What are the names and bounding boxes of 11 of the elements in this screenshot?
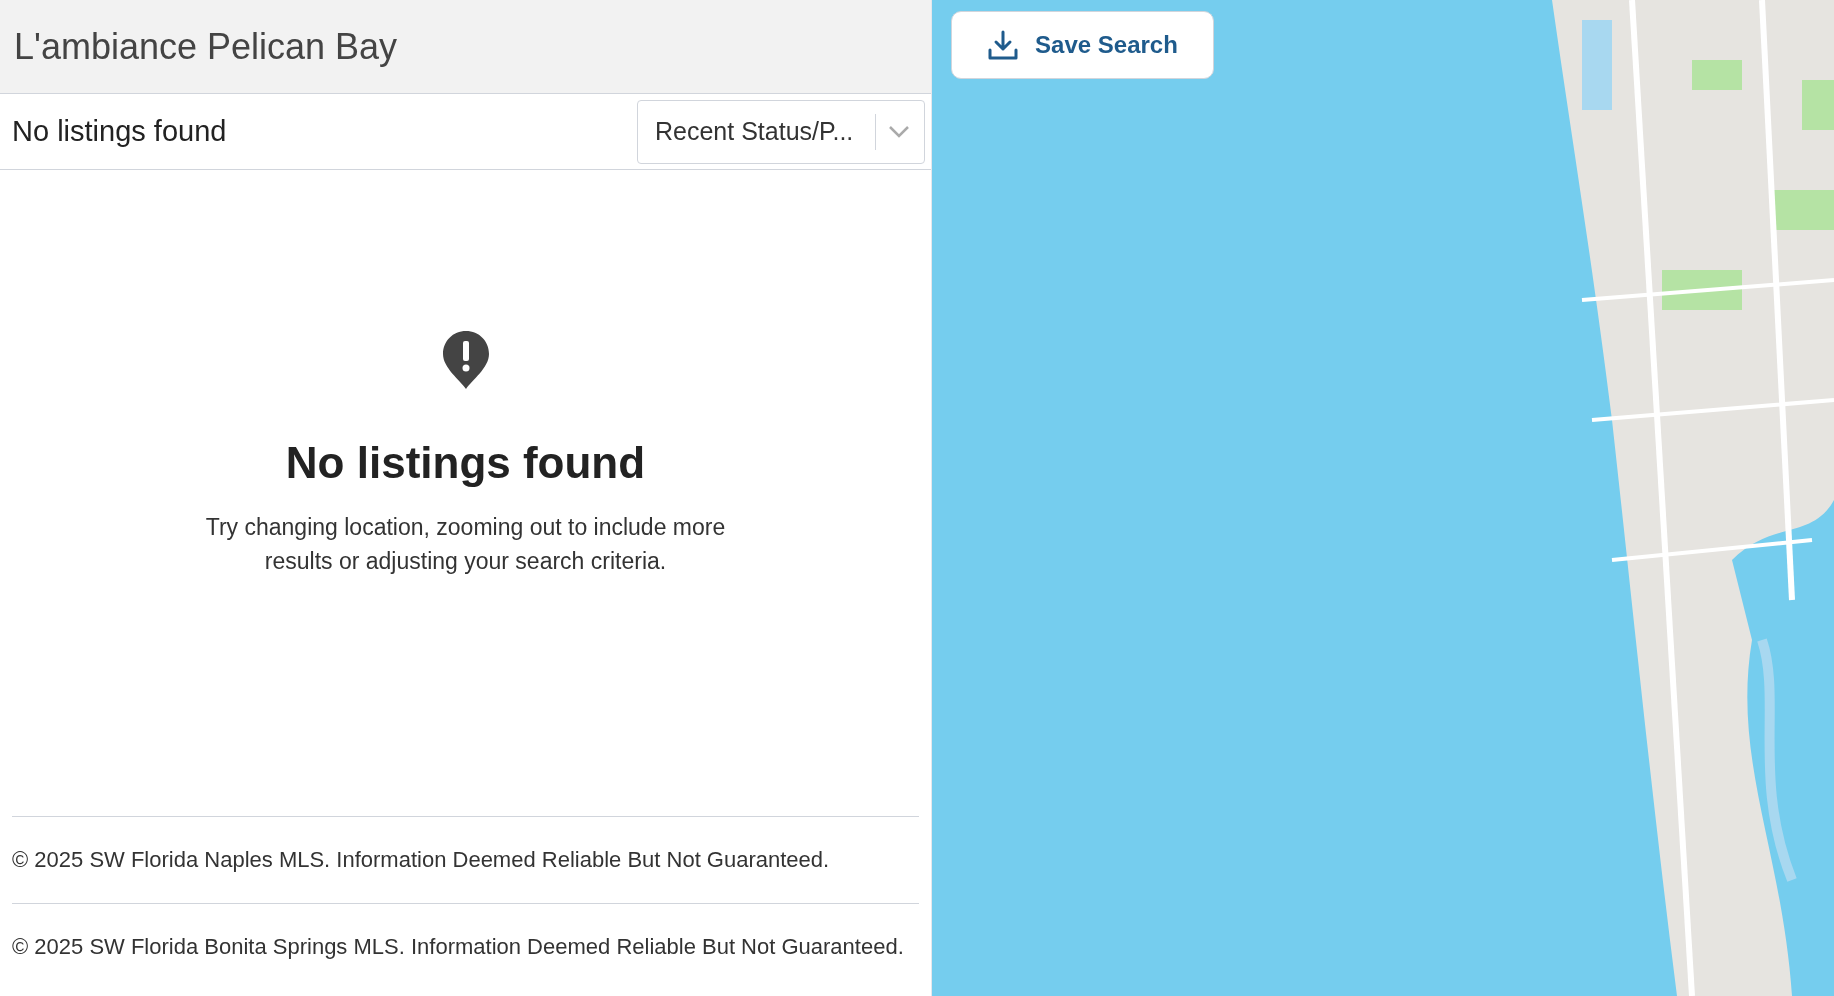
download-icon [987,29,1020,61]
empty-state-message: Try changing location, zooming out to include more results or adjusting your search criteria. [204,513,727,576]
sort-dropdown[interactable]: Recent Status/P... [637,99,925,164]
disclaimer-text: © 2025 SW Florida Bonita Springs MLS. Information Deemed Reliable But Not Guaranteed. [12,933,905,961]
alert-pin-icon [441,330,490,390]
result-count: No listings found [12,113,227,149]
chevron-down-icon [888,124,910,139]
disclaimer-text: © 2025 SW Florida Naples MLS. Information Deemed Reliable But Not Guaranteed. [12,846,831,874]
empty-state-title: No listings found [285,437,646,489]
save-search-button[interactable]: Save Search [951,11,1214,79]
page-title: L'ambiance Pelican Bay [14,24,398,69]
